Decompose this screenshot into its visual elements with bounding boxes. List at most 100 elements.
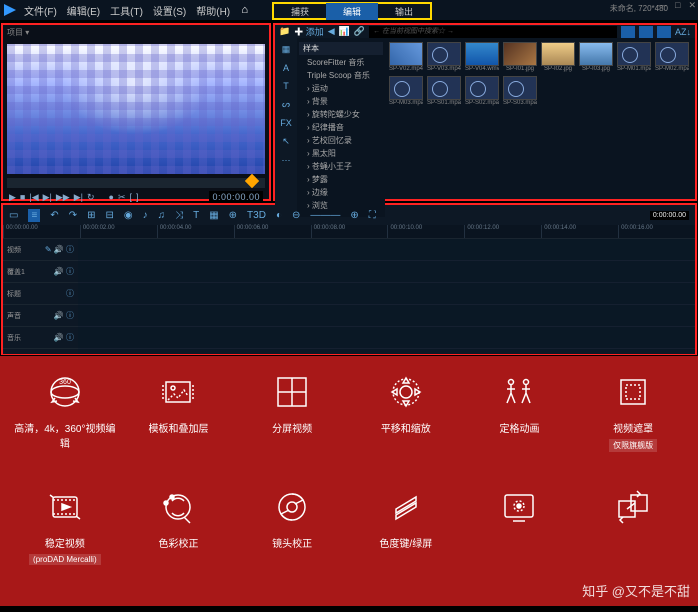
track-header[interactable]: 覆盖1🔊 ⓘ <box>3 261 78 283</box>
menu-settings[interactable]: 设置(S) <box>153 3 186 18</box>
feature-item[interactable] <box>578 485 688 592</box>
media-thumb[interactable]: SP-V02.mp4 <box>389 42 423 72</box>
menu-tools[interactable]: 工具(T) <box>110 3 143 18</box>
menu-file[interactable]: 文件(F) <box>24 3 57 18</box>
category-item[interactable]: › 梦露 <box>303 173 379 186</box>
track-controls-icon[interactable]: 🔊 ⓘ <box>54 310 74 321</box>
feature-item[interactable]: 定格动画 <box>465 370 575 479</box>
ff-icon[interactable]: ▶▶ <box>56 192 70 203</box>
home-icon[interactable]: ⌂ <box>241 4 248 16</box>
track-controls-icon[interactable]: 🔊 ⓘ <box>54 332 74 343</box>
lib-side-tab[interactable]: ⋯ <box>282 155 291 166</box>
feature-item[interactable]: 镜头校正 <box>237 485 347 592</box>
track-header[interactable]: 声音🔊 ⓘ <box>3 305 78 327</box>
track-header[interactable]: 标题ⓘ <box>3 283 78 305</box>
feature-item[interactable]: 模板和叠加层 <box>124 370 234 479</box>
lib-link-icon[interactable]: 🔗 <box>354 26 365 37</box>
track-lane[interactable] <box>78 261 695 283</box>
tl-undo-icon[interactable]: ↶ <box>50 210 58 221</box>
preview-viewport[interactable] <box>7 44 265 174</box>
track-lane[interactable] <box>78 327 695 349</box>
tl-auto-icon[interactable]: ♫ <box>158 210 166 221</box>
tl-motion-icon[interactable]: ⤨ <box>175 210 183 221</box>
track-controls-icon[interactable]: ✎ 🔊 ⓘ <box>45 244 74 255</box>
media-thumb[interactable]: SP-S03.mpa <box>503 76 537 106</box>
maximize-icon[interactable]: □ <box>675 0 680 11</box>
category-item[interactable]: ScoreFitter 音乐 <box>303 56 379 69</box>
media-thumb[interactable]: SP-V04.wmv <box>465 42 499 72</box>
mark-out-icon[interactable]: ] <box>136 192 139 202</box>
close-icon[interactable]: ✕ <box>688 0 696 11</box>
lib-side-tab[interactable]: ᔕ <box>282 99 290 110</box>
tab-output[interactable]: 输出 <box>378 3 430 20</box>
lib-import-icon[interactable]: 📁 <box>279 26 290 37</box>
media-thumb[interactable]: SP-M01.mpa <box>617 42 651 72</box>
tl-mixer-icon[interactable]: ♪ <box>143 210 148 221</box>
category-item[interactable]: › 旋转陀螺少女 <box>303 108 379 121</box>
view-grid-icon[interactable] <box>639 26 653 38</box>
menu-edit[interactable]: 编辑(E) <box>67 3 100 18</box>
category-item[interactable]: › 苍蝇小王子 <box>303 160 379 173</box>
feature-item[interactable]: 分屏视频 <box>237 370 347 479</box>
media-thumb[interactable]: SP-I01.jpg <box>503 42 537 72</box>
tl-zoom-out-icon[interactable]: ⊖ <box>292 210 300 221</box>
feature-item[interactable]: 色彩校正 <box>124 485 234 592</box>
next-frame-icon[interactable]: ▶| <box>43 192 52 203</box>
media-thumb[interactable]: SP-V03.mp4 <box>427 42 461 72</box>
track-header[interactable]: 视频✎ 🔊 ⓘ <box>3 239 78 261</box>
tl-chapter-icon[interactable]: ◐ <box>276 210 282 221</box>
repeat-icon[interactable]: ↻ <box>87 192 95 203</box>
tl-tool2-icon[interactable]: ⊟ <box>105 210 113 221</box>
feature-item[interactable]: 平移和缩放 <box>351 370 461 479</box>
timeline-ruler[interactable]: 00:00:00.0000:00:02.0000:00:04.0000:00:0… <box>3 225 695 239</box>
mark-in-icon[interactable]: [ <box>130 192 133 202</box>
category-item[interactable]: › 边缘 <box>303 186 379 199</box>
category-item[interactable]: Triple Scoop 音乐 <box>303 69 379 82</box>
category-item[interactable]: › 艺校回忆录 <box>303 134 379 147</box>
lib-chart-icon[interactable]: 📊 <box>339 26 350 37</box>
menu-help[interactable]: 帮助(H) <box>196 3 230 18</box>
tl-tool1-icon[interactable]: ⊞ <box>87 210 95 221</box>
lib-side-tab[interactable]: FX <box>280 118 292 128</box>
category-item[interactable]: › 黑太阳 <box>303 147 379 160</box>
record-icon[interactable]: ● <box>109 192 114 202</box>
lib-nav-back-icon[interactable]: ◀ <box>328 26 335 37</box>
track-header[interactable]: 音乐🔊 ⓘ <box>3 327 78 349</box>
category-item[interactable]: › 纪律播音 <box>303 121 379 134</box>
track-lane[interactable] <box>78 283 695 305</box>
tl-multi-icon[interactable]: ▦ <box>209 210 218 221</box>
track-area[interactable] <box>78 239 695 354</box>
add-button[interactable]: ✚ 添加 <box>294 25 324 38</box>
view-list-icon[interactable] <box>621 26 635 38</box>
stop-icon[interactable]: ■ <box>20 192 25 202</box>
track-lane[interactable] <box>78 239 695 261</box>
feature-item[interactable]: 色度键/绿屏 <box>351 485 461 592</box>
play-icon[interactable]: ▶ <box>9 192 16 203</box>
media-thumb[interactable]: SP-M03.mpa <box>389 76 423 106</box>
prev-frame-icon[interactable]: |◀ <box>29 192 38 203</box>
track-controls-icon[interactable]: 🔊 ⓘ <box>54 266 74 277</box>
lib-side-tab[interactable]: ▦ <box>282 44 291 55</box>
media-thumb[interactable]: SP-M02.mpa <box>655 42 689 72</box>
lib-side-tab[interactable]: T <box>283 81 289 91</box>
end-icon[interactable]: ▶| <box>74 192 83 203</box>
category-header[interactable]: 样本 <box>299 42 383 55</box>
tl-zoom-slider[interactable]: ——— <box>310 210 340 221</box>
tl-storyboard-icon[interactable]: ▭ <box>9 210 18 221</box>
minimize-icon[interactable]: — <box>658 0 667 11</box>
tl-fit-icon[interactable]: ⛶ <box>369 210 376 221</box>
tab-capture[interactable]: 捕获 <box>274 3 326 20</box>
feature-item[interactable]: 视频遮罩仅限旗舰版 <box>578 370 688 479</box>
tl-zoom-in-icon[interactable]: ⊕ <box>350 210 358 221</box>
track-lane[interactable] <box>78 305 695 327</box>
tl-subtitle-icon[interactable]: T <box>193 210 199 221</box>
sort-button[interactable]: AZ↓ <box>675 27 691 37</box>
lib-side-tab[interactable]: A <box>283 63 289 73</box>
lib-side-tab[interactable]: ↖ <box>282 136 290 147</box>
tl-redo-icon[interactable]: ↷ <box>69 210 77 221</box>
tl-record-icon[interactable]: ◉ <box>124 210 133 221</box>
feature-item[interactable]: 360高清，4k，360°视频编辑 <box>10 370 120 479</box>
view-detail-icon[interactable] <box>657 26 671 38</box>
media-thumb[interactable]: SP-I02.jpg <box>541 42 575 72</box>
media-thumb[interactable]: SP-S02.mpa <box>465 76 499 106</box>
